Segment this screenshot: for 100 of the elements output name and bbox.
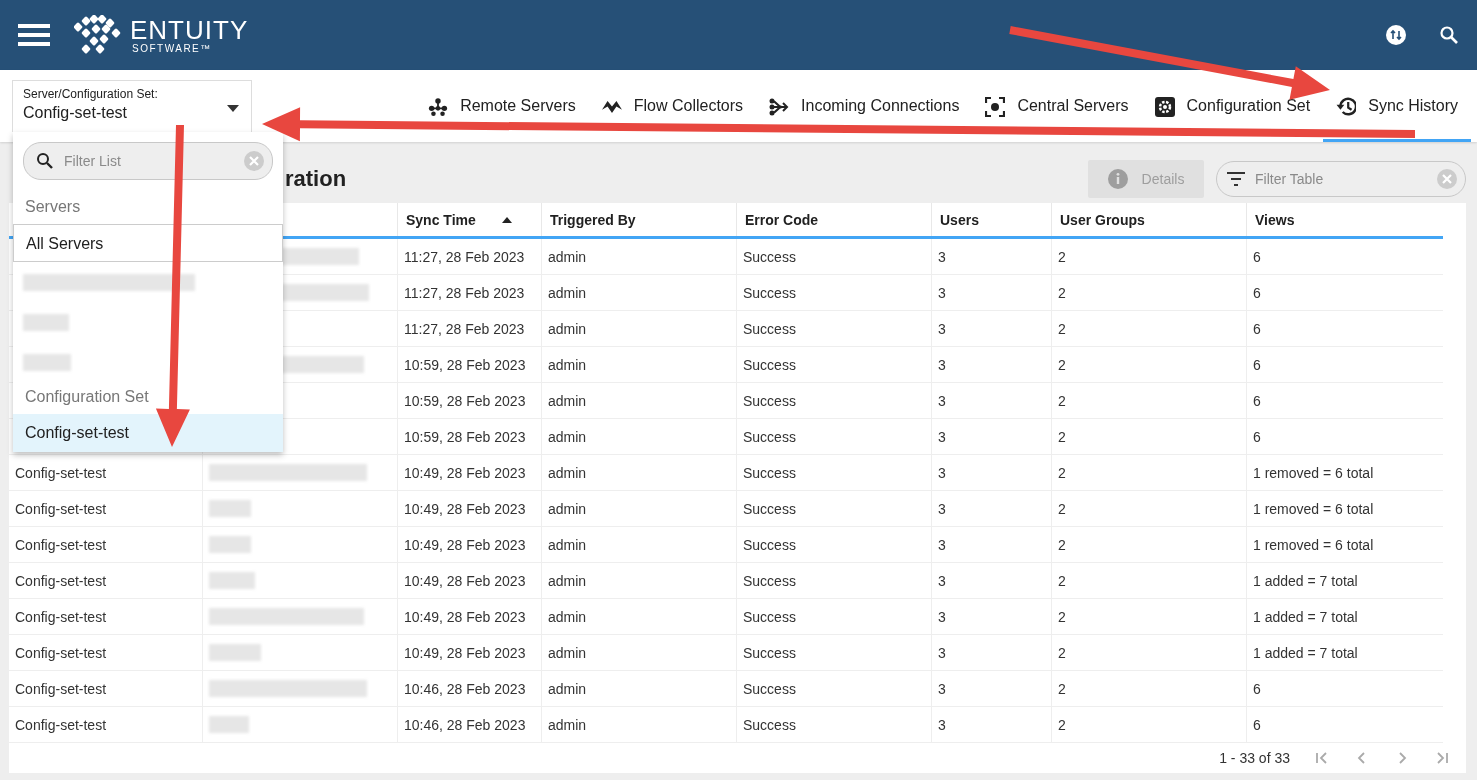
filter-input[interactable]: Filter List (62, 152, 236, 170)
table-cell: 2 (1058, 608, 1066, 625)
blurred-text (209, 572, 255, 589)
table-cell: 2 (1058, 716, 1066, 733)
table-cell: Config-set-test (15, 500, 107, 517)
target-icon (985, 97, 1006, 117)
table-cell: Success (743, 572, 796, 589)
logo-icon (74, 15, 122, 55)
table-cell: Success (743, 464, 796, 481)
table-cell: 3 (938, 572, 946, 589)
clear-icon[interactable] (244, 151, 264, 171)
table-cell: admin (548, 428, 587, 445)
table-cell: Config-set-test (15, 572, 107, 589)
blurred-text (23, 313, 69, 331)
table-cell: 2 (1058, 320, 1066, 337)
filter-table-field[interactable]: Filter Table (1216, 160, 1466, 197)
table-cell: admin (548, 284, 587, 301)
filter-list-field[interactable]: Filter List (23, 142, 273, 180)
table-cell: 6 (1253, 392, 1261, 409)
info-icon (1107, 168, 1128, 189)
table-cell: 10:59, 28 Feb 2023 (404, 428, 526, 445)
table-cell: 10:49, 28 Feb 2023 (404, 644, 526, 661)
table-cell: 1 removed = 6 total (1253, 464, 1374, 481)
history-icon (1336, 97, 1357, 117)
blurred-text (209, 536, 251, 553)
table-cell: 11:27, 28 Feb 2023 (404, 248, 525, 265)
table-cell: 6 (1253, 716, 1261, 733)
blurred-text (209, 644, 261, 661)
table-cell: 3 (938, 284, 946, 301)
logo-subtext: SOFTWARE™ (132, 42, 213, 54)
table-cell: Success (743, 500, 796, 517)
table-cell: Success (743, 356, 796, 373)
gear-icon (1154, 97, 1175, 117)
table-cell: Success (743, 716, 796, 733)
blurred-text (23, 353, 71, 371)
table-cell: 3 (938, 500, 946, 517)
table-cell: 1 removed = 6 total (1253, 500, 1374, 517)
table-cell: 10:49, 28 Feb 2023 (404, 572, 526, 589)
table-cell: 2 (1058, 644, 1066, 661)
table-cell: admin (548, 536, 587, 553)
table-cell: Success (743, 428, 796, 445)
table-cell: admin (548, 356, 587, 373)
search-icon[interactable] (1439, 25, 1459, 45)
table-cell: 6 (1253, 680, 1261, 697)
table-cell: Success (743, 248, 796, 265)
column-header[interactable]: User Groups (1052, 203, 1247, 236)
table-cell: Config-set-test (15, 644, 107, 661)
table-cell: 10:46, 28 Feb 2023 (404, 680, 526, 697)
table-cell: 2 (1058, 428, 1066, 445)
table-cell: 3 (938, 464, 946, 481)
table-cell: 3 (938, 320, 946, 337)
section-heading: Servers (24, 197, 82, 217)
column-header[interactable]: Views (1247, 203, 1443, 236)
table-cell: 10:49, 28 Feb 2023 (404, 500, 526, 517)
table-cell: 2 (1058, 680, 1066, 697)
table-cell: 2 (1058, 248, 1066, 265)
page-title: ration (285, 165, 347, 192)
search-icon (36, 152, 54, 170)
network-icon (428, 97, 449, 117)
table-cell: Success (743, 284, 796, 301)
table-cell: Config-set-test (15, 536, 107, 553)
table-cell: Success (743, 536, 796, 553)
table-cell: 10:49, 28 Feb 2023 (404, 536, 526, 553)
table-cell: admin (548, 680, 587, 697)
table-cell: 1 removed = 6 total (1253, 536, 1374, 553)
table-cell: 2 (1058, 500, 1066, 517)
table-cell: 2 (1058, 464, 1066, 481)
column-header[interactable]: Error Code (737, 203, 932, 236)
menu-icon[interactable] (18, 23, 50, 47)
table-cell: 2 (1058, 284, 1066, 301)
table-cell: 3 (938, 608, 946, 625)
filter-input[interactable]: Filter Table (1253, 169, 1429, 188)
sort-ascending-icon (501, 216, 512, 223)
table-cell: admin (548, 392, 587, 409)
table-cell: admin (548, 608, 587, 625)
table-cell: Success (743, 644, 796, 661)
incoming-icon (769, 97, 790, 117)
tab[interactable]: Central Servers (972, 70, 1142, 142)
table-cell: admin (548, 248, 587, 265)
filter-icon (1227, 171, 1245, 186)
table-cell: Success (743, 320, 796, 337)
table-cell: 6 (1253, 320, 1261, 337)
table-cell: 6 (1253, 248, 1261, 265)
column-header[interactable]: Triggered By (542, 203, 737, 236)
dropdown-option[interactable]: All Servers (13, 224, 283, 262)
table-cell: admin (548, 320, 587, 337)
table-cell: 1 added = 7 total (1253, 608, 1358, 625)
dropdown-option[interactable]: Config-set-test (13, 414, 283, 452)
table-cell: 10:49, 28 Feb 2023 (404, 608, 526, 625)
table-cell: Config-set-test (15, 716, 107, 733)
column-header[interactable]: Users (932, 203, 1052, 236)
column-header[interactable]: Sync Time (398, 203, 542, 236)
tab[interactable]: Flow Collectors (588, 70, 757, 142)
table-cell: 6 (1253, 284, 1261, 301)
table-cell: 2 (1058, 392, 1066, 409)
logo-text: ENTUITY (130, 16, 249, 43)
table-cell: Config-set-test (15, 464, 107, 481)
table-cell: 3 (938, 356, 946, 373)
sync-icon[interactable] (1385, 24, 1407, 46)
clear-icon[interactable] (1437, 168, 1457, 189)
